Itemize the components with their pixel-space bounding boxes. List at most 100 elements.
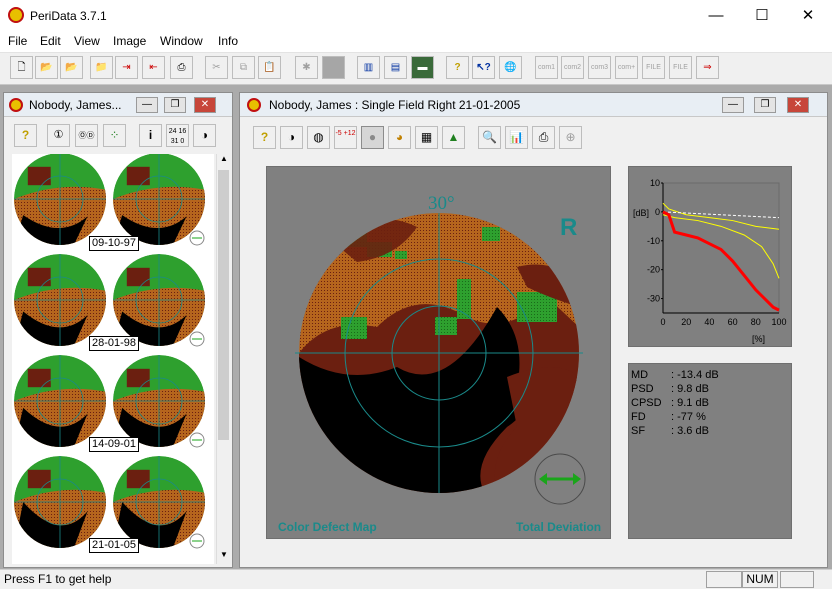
single-field-minimize-button[interactable]: — bbox=[722, 97, 744, 113]
menu-view[interactable]: View bbox=[74, 34, 100, 48]
defect-map-panel: 30° R Color Defect Map Total Deviation bbox=[266, 166, 611, 539]
history-scrollbar[interactable]: ▲ ▼ bbox=[216, 154, 230, 564]
curve-xtick: 0 bbox=[660, 317, 665, 327]
curve-xtick: 20 bbox=[681, 317, 691, 327]
history-help-icon[interactable]: ? bbox=[14, 124, 37, 147]
index-value: : 9.8 dB bbox=[671, 383, 709, 395]
map-caption-left: Color Defect Map bbox=[278, 520, 377, 534]
status-num-indicator: NUM bbox=[742, 571, 778, 588]
hill-of-vision-icon[interactable]: ▲ bbox=[442, 126, 465, 149]
tile-vertical-icon[interactable]: ▥ bbox=[357, 56, 380, 79]
single-field-close-button[interactable]: ✕ bbox=[787, 97, 809, 113]
tile-horizontal-icon[interactable]: ▤ bbox=[384, 56, 407, 79]
index-value: : -77 % bbox=[671, 411, 706, 423]
curve-ytick: -30 bbox=[647, 294, 660, 304]
eye-label: R bbox=[560, 214, 578, 241]
export-icon[interactable]: ⇤ bbox=[142, 56, 165, 79]
thumb-brown bbox=[126, 166, 150, 186]
exam-date-4[interactable]: 21-01-05 bbox=[89, 538, 140, 553]
single-field-restore-button[interactable]: ❐ bbox=[754, 97, 776, 113]
curve-x-unit: [%] bbox=[752, 334, 766, 344]
exam-date-3[interactable]: 14-09-01 bbox=[89, 437, 140, 452]
grid-icon[interactable]: ▦ bbox=[415, 126, 438, 149]
open-green-folder-icon[interactable]: 📂 bbox=[60, 56, 83, 79]
close-button[interactable]: ✕ bbox=[798, 6, 818, 26]
curve-xtick: 40 bbox=[704, 317, 714, 327]
thumb-brown bbox=[126, 469, 150, 489]
index-label: MD bbox=[631, 369, 649, 381]
new-icon[interactable]: 🗋 bbox=[10, 56, 33, 79]
index-row-sf: SF : 3.6 dB bbox=[629, 425, 793, 439]
history-close-button[interactable]: ✕ bbox=[194, 97, 216, 113]
index-label: SF bbox=[631, 425, 646, 437]
app-title: PeriData 3.7.1 bbox=[30, 9, 107, 23]
symbol-map-icon[interactable]: ◍ bbox=[307, 126, 330, 149]
history-thumbnails bbox=[14, 153, 205, 549]
scroll-thumb[interactable] bbox=[218, 170, 229, 440]
cumulative-defect-curve: 100-10-20-300 20 40 60 80 100 bbox=[647, 178, 787, 327]
deviation-values-icon[interactable]: -5 +12 bbox=[334, 126, 357, 149]
both-eyes-icon[interactable]: ⓄⒹ bbox=[75, 124, 98, 147]
cut-icon: ✂ bbox=[205, 56, 228, 79]
import-icon[interactable]: ⇥ bbox=[115, 56, 138, 79]
monitor-icon[interactable]: ▬ bbox=[411, 56, 434, 79]
bebie-curve-icon[interactable]: 📊 bbox=[505, 126, 528, 149]
color-map-icon[interactable]: ◕ bbox=[388, 126, 411, 149]
curve-xtick: 80 bbox=[751, 317, 761, 327]
exam-date-1[interactable]: 09-10-97 bbox=[89, 236, 140, 251]
menu-file[interactable]: File bbox=[8, 34, 27, 48]
history-restore-button[interactable]: ❐ bbox=[164, 97, 186, 113]
thumb-green bbox=[149, 258, 178, 282]
context-help-icon[interactable]: ↖? bbox=[472, 56, 495, 79]
zoom-icon[interactable]: 🔍 bbox=[478, 126, 501, 149]
thumb-green bbox=[149, 460, 178, 484]
menu-window[interactable]: Window bbox=[160, 34, 203, 48]
bug-icon: ✱ bbox=[295, 56, 318, 79]
crosshair-icon: ⊕ bbox=[559, 126, 582, 149]
exam-date-2[interactable]: 28-01-98 bbox=[89, 336, 140, 351]
index-value: : -13.4 dB bbox=[671, 369, 719, 381]
menu-image[interactable]: Image bbox=[113, 34, 146, 48]
field-help-icon[interactable]: ? bbox=[253, 126, 276, 149]
index-value: : 3.6 dB bbox=[671, 425, 709, 437]
field-print-icon[interactable]: ⎙ bbox=[532, 126, 555, 149]
history-minimize-button[interactable]: — bbox=[136, 97, 158, 113]
history-window: Nobody, James... — ❐ ✕ ? ① ⓄⒹ ⁘ i 24 16 … bbox=[3, 92, 233, 568]
curve-y-unit: [dB] bbox=[633, 208, 650, 218]
maximize-button[interactable]: ☐ bbox=[752, 6, 772, 26]
print-icon[interactable]: ⎙ bbox=[170, 56, 193, 79]
circle-map-icon[interactable]: ● bbox=[361, 126, 384, 149]
thumb-brown bbox=[27, 368, 51, 388]
index-label: FD bbox=[631, 411, 646, 423]
global-indices-list: MD: -13.4 dB PSD: 9.8 dB CPSD: 9.1 dB FD: -… bbox=[629, 364, 793, 540]
help-icon[interactable]: ? bbox=[446, 56, 469, 79]
exit-icon[interactable]: ⇒ bbox=[696, 56, 719, 79]
thumb-green bbox=[149, 157, 178, 181]
numeric-icon[interactable]: 24 16 31 0 bbox=[166, 124, 189, 147]
com-plus-button: com+ bbox=[615, 56, 638, 79]
thumb-green bbox=[50, 258, 79, 282]
index-label: CPSD bbox=[631, 397, 662, 409]
grayscale-map-icon[interactable]: ◑ bbox=[280, 126, 303, 149]
open-folder-icon[interactable]: 📂 bbox=[35, 56, 58, 79]
scroll-down-arrow-icon[interactable]: ▼ bbox=[217, 550, 231, 564]
trend-icon[interactable]: ⁘ bbox=[103, 124, 126, 147]
thumb-brown bbox=[27, 166, 51, 186]
scroll-up-arrow-icon[interactable]: ▲ bbox=[217, 154, 231, 168]
index-row-psd: PSD: 9.8 dB bbox=[629, 383, 793, 397]
window-logo-icon bbox=[247, 98, 261, 112]
minimize-button[interactable]: — bbox=[706, 6, 726, 26]
menu-info[interactable]: Info bbox=[218, 34, 238, 48]
status-help-text: Press F1 to get help bbox=[4, 572, 112, 586]
index-row-fd: FD : -77 % bbox=[629, 411, 793, 425]
globe-icon[interactable]: 🌐 bbox=[499, 56, 522, 79]
menu-edit[interactable]: Edit bbox=[40, 34, 61, 48]
single-field-window: Nobody, James : Single Field Right 21-01… bbox=[239, 92, 828, 568]
curve-ytick: -10 bbox=[647, 236, 660, 246]
info-icon[interactable]: i bbox=[139, 124, 162, 147]
gray-square-icon bbox=[322, 56, 345, 79]
arrow-head-left bbox=[539, 473, 547, 485]
grayscale-icon[interactable]: ◑ bbox=[193, 124, 216, 147]
curve-xtick: 60 bbox=[728, 317, 738, 327]
single-view-icon[interactable]: ① bbox=[47, 124, 70, 147]
